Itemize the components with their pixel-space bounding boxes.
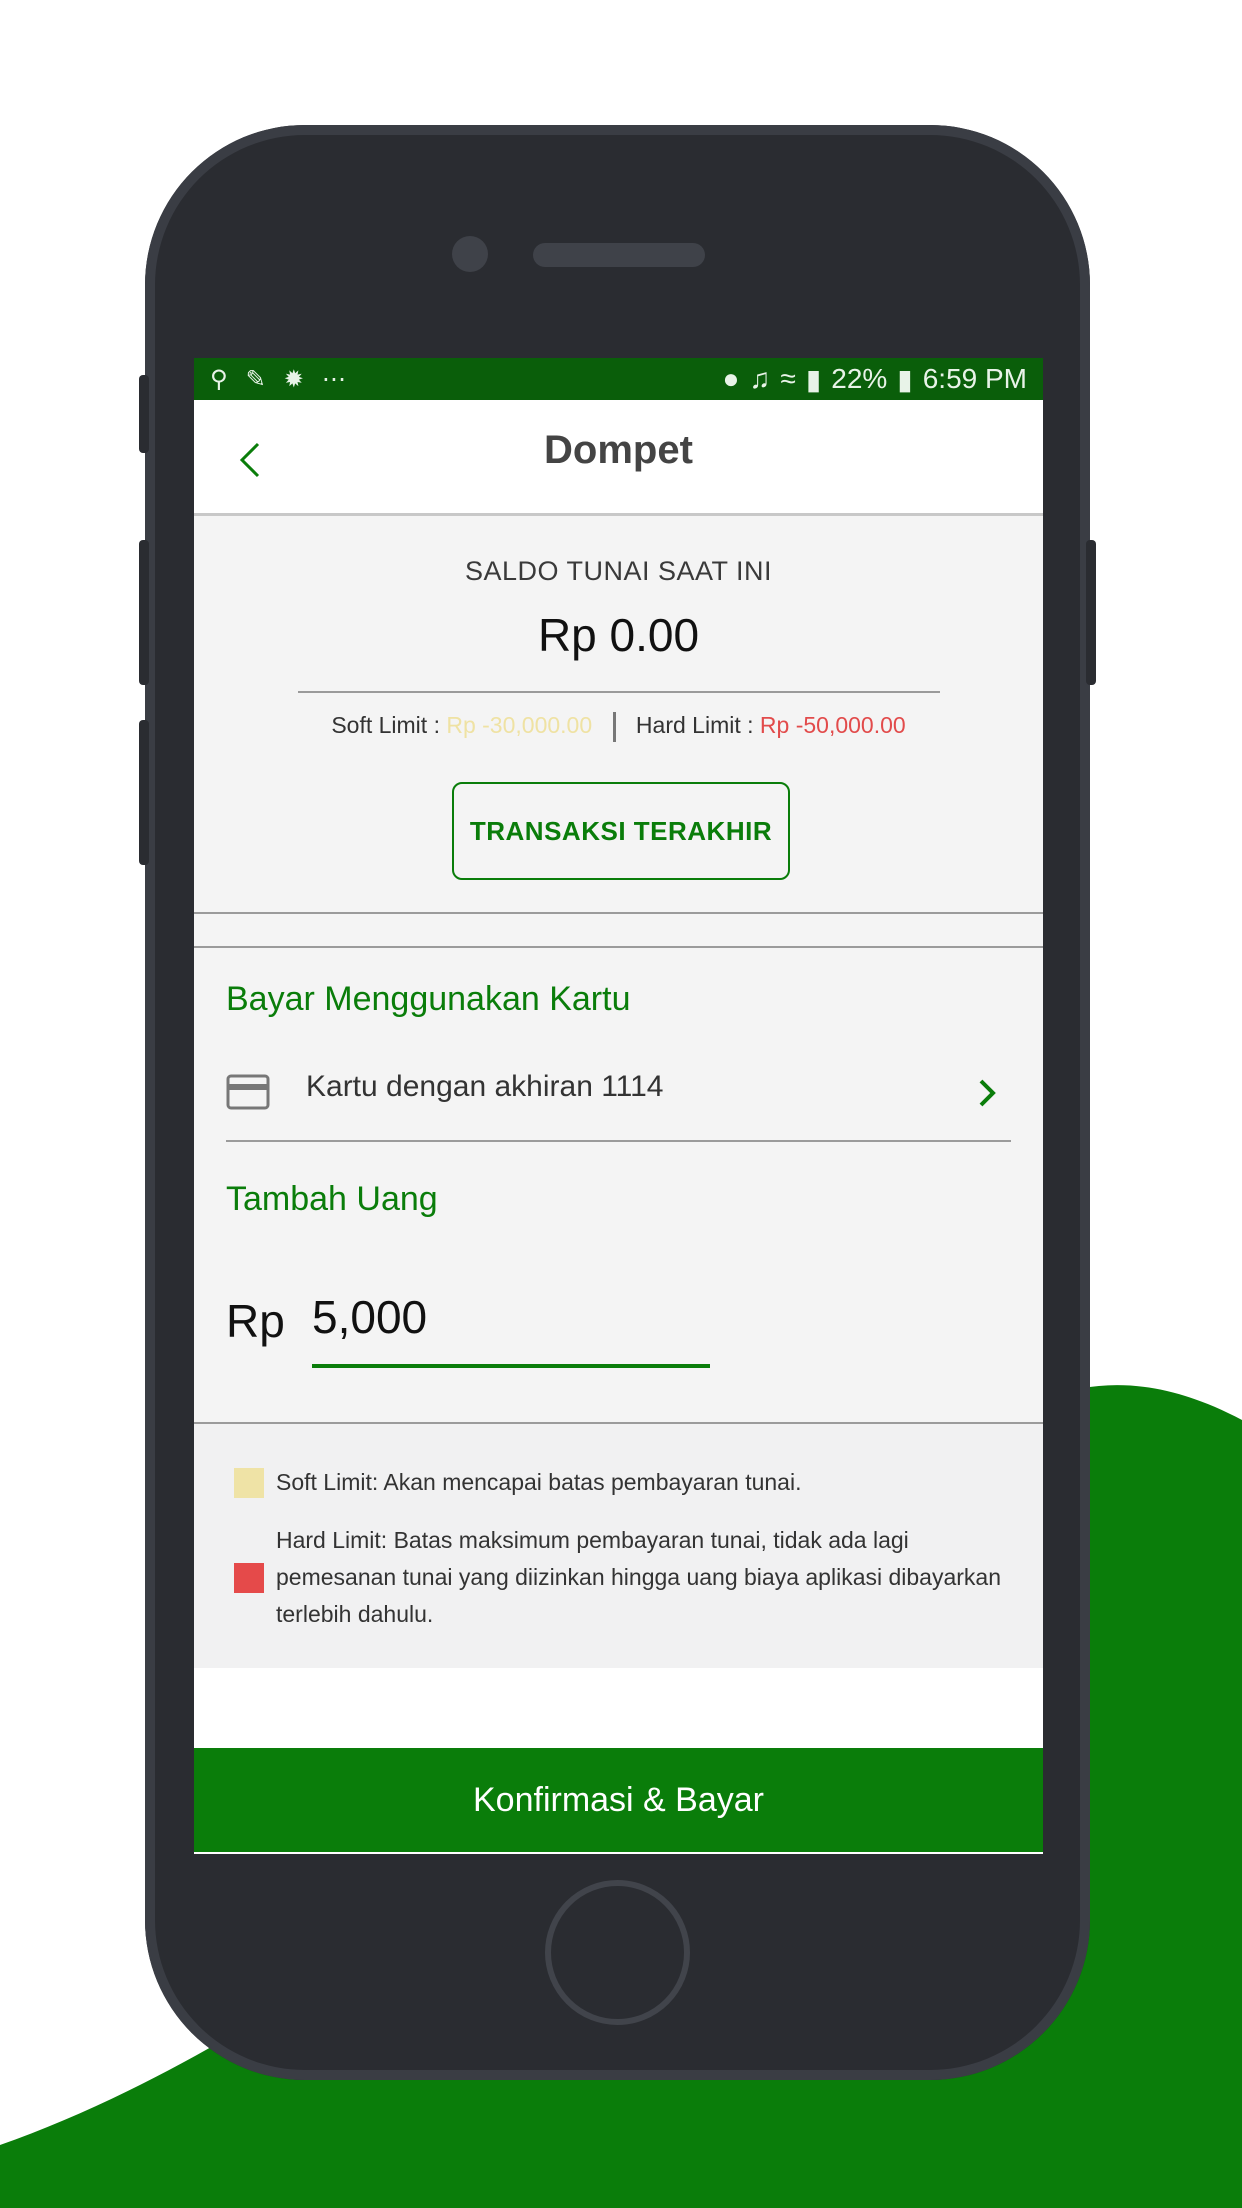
speaker-grille (533, 243, 705, 267)
page-title: Dompet (544, 428, 693, 472)
battery-icon: ▮ (897, 363, 913, 395)
limits-separator (612, 712, 616, 742)
signal-icon: ▮ (805, 363, 822, 395)
app-header: Dompet (194, 400, 1043, 516)
limit-legend: Soft Limit: Akan mencapai batas pembayar… (194, 1422, 1043, 1668)
status-time: 6:59 PM (922, 363, 1027, 394)
credit-card-icon (226, 1074, 270, 1110)
more-icon: ⋯ (321, 365, 346, 393)
soft-limit-legend: Soft Limit: Akan mencapai batas pembayar… (234, 1464, 1003, 1501)
status-right: ● ♫ ≈ ▮ 22% ▮ 6:59 PM (723, 363, 1027, 396)
phone-side-button (1086, 540, 1096, 685)
battery-percent: 22% (831, 363, 888, 394)
phone-side-button (139, 375, 149, 453)
amount-input[interactable]: 5,000 (312, 1290, 710, 1368)
hard-limit-value: Rp -50,000.00 (759, 712, 906, 739)
hard-limit-description: Hard Limit: Batas maksimum pembayaran tu… (276, 1527, 1002, 1627)
chevron-right-icon (979, 1079, 996, 1107)
limits-row: Soft Limit : Rp -30,000.00 Hard Limit : … (194, 712, 1043, 742)
status-left-icons: ⚲ ✎ ✹ ⋯ (210, 365, 346, 394)
card-label: Kartu dengan akhiran 1114 (306, 1070, 664, 1103)
leaf-icon: ⚲ (210, 365, 228, 393)
location-icon: ● (722, 363, 740, 394)
mute-icon: ♫ (749, 363, 771, 394)
phone-side-button (139, 540, 149, 685)
front-camera (452, 236, 488, 272)
divider (194, 912, 1043, 914)
soft-limit-label: Soft Limit : (331, 712, 440, 739)
balance-section: SALDO TUNAI SAAT INI Rp 0.00 Soft Limit … (194, 516, 1043, 1270)
app-icon: ✎ (245, 365, 266, 393)
spacer (194, 1668, 1043, 1748)
card-selector[interactable]: Kartu dengan akhiran 1114 (226, 1060, 1011, 1142)
wifi-icon: ≈ (780, 363, 796, 394)
confirm-pay-button[interactable]: Konfirmasi & Bayar (194, 1748, 1043, 1854)
marketing-screenshot: ⚲ ✎ ✹ ⋯ ● ♫ ≈ ▮ 22% ▮ 6:59 PM Dompet SAL… (0, 0, 1242, 2208)
currency-label: Rp (226, 1295, 285, 1347)
soft-limit-value: Rp -30,000.00 (446, 712, 593, 739)
app-screen: ⚲ ✎ ✹ ⋯ ● ♫ ≈ ▮ 22% ▮ 6:59 PM Dompet SAL… (194, 358, 1043, 1854)
soft-limit-swatch (234, 1468, 264, 1498)
status-bar: ⚲ ✎ ✹ ⋯ ● ♫ ≈ ▮ 22% ▮ 6:59 PM (194, 358, 1043, 400)
hard-limit-swatch (234, 1562, 264, 1593)
home-button[interactable] (545, 1880, 690, 2025)
top-up-title: Tambah Uang (226, 1180, 438, 1218)
hard-limit-legend: Hard Limit: Batas maksimum pembayaran tu… (234, 1522, 1003, 1633)
balance-value: Rp 0.00 (537, 609, 700, 661)
hard-limit-label: Hard Limit : (635, 712, 754, 739)
balance-label: SALDO TUNAI SAAT INI (464, 556, 773, 586)
phone-side-button (139, 720, 149, 865)
pay-card-title: Bayar Menggunakan Kartu (226, 980, 631, 1018)
soft-limit-description: Soft Limit: Akan mencapai batas pembayar… (276, 1469, 802, 1495)
divider (298, 691, 940, 693)
recent-transactions-button[interactable]: TRANSAKSI TERAKHIR (452, 782, 790, 880)
divider (194, 946, 1043, 948)
settings-icon: ✹ (283, 365, 304, 393)
